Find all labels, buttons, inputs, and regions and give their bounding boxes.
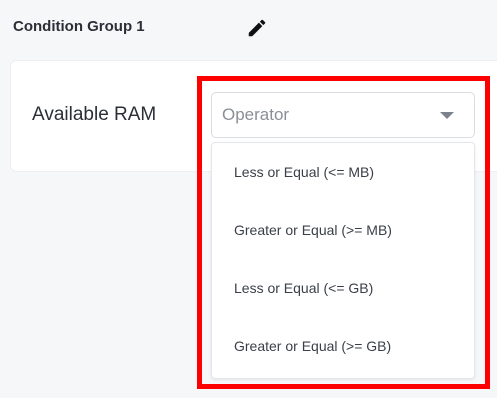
pencil-icon[interactable]: [246, 17, 268, 39]
condition-group-header: Condition Group 1: [13, 16, 483, 40]
condition-group-title: Condition Group 1: [13, 18, 145, 35]
operator-option-less-or-equal-mb[interactable]: Less or Equal (<= MB): [212, 143, 474, 201]
available-ram-label: Available RAM: [32, 104, 157, 125]
operator-placeholder: Operator: [222, 105, 290, 124]
operator-dropdown-menu: Less or Equal (<= MB) Greater or Equal (…: [211, 142, 475, 379]
chevron-down-icon[interactable]: [440, 112, 454, 119]
operator-option-less-or-equal-gb[interactable]: Less or Equal (<= GB): [212, 259, 474, 317]
operator-select[interactable]: Operator: [211, 92, 475, 138]
operator-option-greater-or-equal-gb[interactable]: Greater or Equal (>= GB): [212, 317, 474, 375]
operator-option-greater-or-equal-mb[interactable]: Greater or Equal (>= MB): [212, 201, 474, 259]
